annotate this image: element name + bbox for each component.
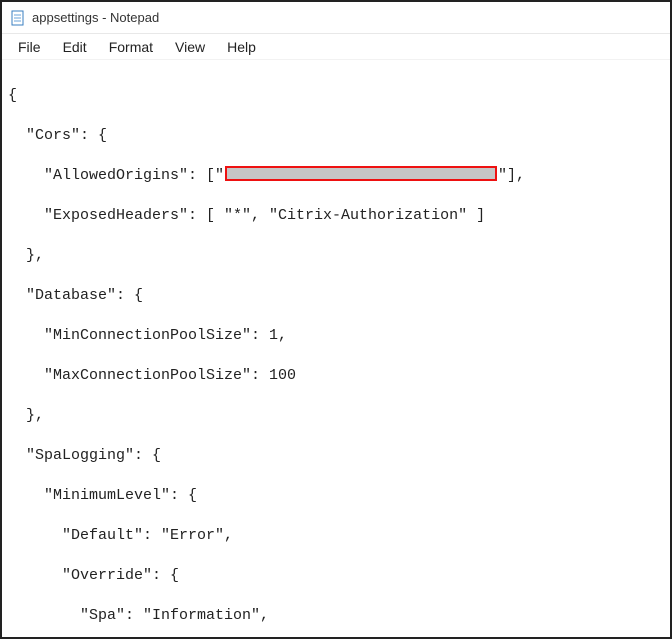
code-line: "SpaLogging": { [8, 446, 666, 466]
code-line: "MaxConnectionPoolSize": 100 [8, 366, 666, 386]
code-line: "MinimumLevel": { [8, 486, 666, 506]
menu-help[interactable]: Help [217, 37, 266, 57]
menu-format[interactable]: Format [99, 37, 163, 57]
code-text: "AllowedOrigins": [" [8, 167, 224, 184]
window-title: appsettings - Notepad [32, 10, 159, 25]
code-text: "], [498, 167, 525, 184]
menu-edit[interactable]: Edit [53, 37, 97, 57]
titlebar: appsettings - Notepad [2, 2, 670, 34]
redacted-block [225, 166, 497, 181]
code-line: "MinConnectionPoolSize": 1, [8, 326, 666, 346]
text-editor[interactable]: { "Cors": { "AllowedOrigins": [" "], "Exp… [2, 60, 670, 637]
code-line: { [8, 86, 666, 106]
code-line: "ExposedHeaders": [ "*", "Citrix-Authori… [8, 206, 666, 226]
code-line: }, [8, 246, 666, 266]
code-line: "Database": { [8, 286, 666, 306]
menubar: File Edit Format View Help [2, 34, 670, 60]
code-line: "Spa": "Information", [8, 606, 666, 626]
code-line: "Cors": { [8, 126, 666, 146]
menu-view[interactable]: View [165, 37, 215, 57]
code-line: }, [8, 406, 666, 426]
notepad-icon [10, 10, 26, 26]
menu-file[interactable]: File [8, 37, 51, 57]
code-line: "Override": { [8, 566, 666, 586]
code-line: "AllowedOrigins": [" "], [8, 166, 666, 186]
code-line: "Default": "Error", [8, 526, 666, 546]
